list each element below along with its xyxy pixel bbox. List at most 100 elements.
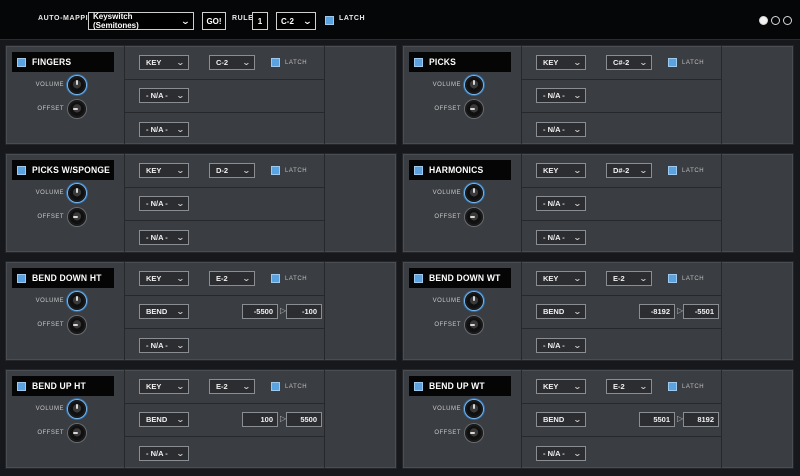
articulation-title-box[interactable]: BEND UP HT	[12, 376, 114, 396]
offset-label: OFFSET	[434, 214, 461, 220]
range-from-field[interactable]: 100	[242, 412, 278, 427]
controller-dropdown[interactable]: BEND ⌄	[139, 304, 189, 319]
articulation-title-box[interactable]: BEND DOWN HT	[12, 268, 114, 288]
articulation-enable-checkbox[interactable]	[17, 273, 26, 283]
articulation-enable-checkbox[interactable]	[17, 57, 26, 67]
controller-dropdown[interactable]: BEND ⌄	[536, 412, 586, 427]
divider	[125, 112, 324, 113]
trigger-type-dropdown[interactable]: KEY ⌄	[139, 55, 189, 70]
articulation-title-box[interactable]: BEND DOWN WT	[409, 268, 511, 288]
chevron-down-icon: ⌄	[639, 166, 649, 175]
controller-dropdown[interactable]: - N/A - ⌄	[139, 88, 189, 103]
offset-knob[interactable]	[465, 208, 483, 226]
articulation-enable-checkbox[interactable]	[17, 165, 26, 175]
articulation-title-box[interactable]: FINGERS	[12, 52, 114, 72]
volume-knob[interactable]	[465, 184, 483, 202]
range-from-field[interactable]: -5500	[242, 304, 278, 319]
latch-checkbox[interactable]	[668, 382, 677, 391]
key-dropdown[interactable]: D#-2 ⌄	[606, 163, 652, 178]
latch-checkbox[interactable]	[668, 274, 677, 283]
articulation-enable-checkbox[interactable]	[414, 57, 423, 67]
volume-knob[interactable]	[465, 292, 483, 310]
latch-label: LATCH	[682, 168, 705, 174]
trigger-type-dropdown[interactable]: KEY ⌄	[139, 271, 189, 286]
key-dropdown[interactable]: E-2 ⌄	[606, 271, 652, 286]
trigger-type-dropdown[interactable]: KEY ⌄	[536, 163, 586, 178]
latch-checkbox[interactable]	[668, 166, 677, 175]
trigger-type-value: KEY	[543, 166, 559, 175]
secondary-controller-dropdown[interactable]: - N/A - ⌄	[536, 122, 586, 137]
controller-dropdown[interactable]: - N/A - ⌄	[139, 196, 189, 211]
range-from-field[interactable]: -8192	[639, 304, 675, 319]
page-dot-2[interactable]	[771, 16, 780, 25]
trigger-type-dropdown[interactable]: KEY ⌄	[536, 271, 586, 286]
articulation-panel-2: PICKS VOLUME OFFSET KEY ⌄ C#-2 ⌄ LATCH -…	[402, 45, 794, 145]
key-dropdown[interactable]: E-2 ⌄	[606, 379, 652, 394]
trigger-type-value: KEY	[146, 58, 162, 67]
trigger-type-dropdown[interactable]: KEY ⌄	[536, 55, 586, 70]
offset-knob[interactable]	[68, 316, 86, 334]
latch-checkbox[interactable]	[271, 166, 280, 175]
volume-knob[interactable]	[68, 400, 86, 418]
key-dropdown[interactable]: E-2 ⌄	[209, 271, 255, 286]
articulation-title-box[interactable]: PICKS W/SPONGE	[12, 160, 114, 180]
articulation-title-box[interactable]: BEND UP WT	[409, 376, 511, 396]
controller-dropdown[interactable]: BEND ⌄	[139, 412, 189, 427]
secondary-controller-dropdown[interactable]: - N/A - ⌄	[139, 338, 189, 353]
articulation-title-box[interactable]: PICKS	[409, 52, 511, 72]
trigger-type-dropdown[interactable]: KEY ⌄	[536, 379, 586, 394]
secondary-controller-dropdown[interactable]: - N/A - ⌄	[536, 446, 586, 461]
offset-knob[interactable]	[465, 424, 483, 442]
key-dropdown[interactable]: C#-2 ⌄	[606, 55, 652, 70]
controller-dropdown[interactable]: - N/A - ⌄	[536, 196, 586, 211]
controller-dropdown[interactable]: - N/A - ⌄	[536, 88, 586, 103]
trigger-type-dropdown[interactable]: KEY ⌄	[139, 163, 189, 178]
offset-knob[interactable]	[465, 100, 483, 118]
secondary-controller-dropdown[interactable]: - N/A - ⌄	[139, 122, 189, 137]
mapping-mode-dropdown[interactable]: Keyswitch (Semitones) ⌄	[88, 12, 194, 30]
secondary-controller-dropdown[interactable]: - N/A - ⌄	[536, 230, 586, 245]
volume-knob[interactable]	[68, 76, 86, 94]
auto-mapping-latch-checkbox[interactable]	[325, 16, 334, 25]
articulation-enable-checkbox[interactable]	[414, 381, 423, 391]
divider	[324, 262, 325, 360]
key-dropdown[interactable]: C-2 ⌄	[209, 55, 255, 70]
page-dot-3[interactable]	[783, 16, 792, 25]
articulation-enable-checkbox[interactable]	[17, 381, 26, 391]
chevron-down-icon: ⌄	[573, 166, 583, 175]
range-to-field[interactable]: 8192	[683, 412, 719, 427]
key-dropdown[interactable]: E-2 ⌄	[209, 379, 255, 394]
articulation-title-box[interactable]: HARMONICS	[409, 160, 511, 180]
volume-knob[interactable]	[465, 400, 483, 418]
controller-value: BEND	[146, 415, 168, 424]
volume-knob[interactable]	[465, 76, 483, 94]
secondary-controller-dropdown[interactable]: - N/A - ⌄	[139, 446, 189, 461]
latch-checkbox[interactable]	[271, 274, 280, 283]
offset-knob[interactable]	[68, 424, 86, 442]
page-dot-1[interactable]	[759, 16, 768, 25]
range-to-field[interactable]: -100	[286, 304, 322, 319]
go-button[interactable]: GO!	[202, 12, 226, 30]
secondary-controller-dropdown[interactable]: - N/A - ⌄	[536, 338, 586, 353]
trigger-type-dropdown[interactable]: KEY ⌄	[139, 379, 189, 394]
latch-checkbox[interactable]	[271, 58, 280, 67]
offset-knob[interactable]	[68, 208, 86, 226]
latch-checkbox[interactable]	[271, 382, 280, 391]
volume-knob[interactable]	[68, 292, 86, 310]
key-dropdown[interactable]: D-2 ⌄	[209, 163, 255, 178]
latch-checkbox[interactable]	[668, 58, 677, 67]
auto-mapping-key-dropdown[interactable]: C-2 ⌄	[276, 12, 316, 30]
secondary-controller-dropdown[interactable]: - N/A - ⌄	[139, 230, 189, 245]
range-to-field[interactable]: -5501	[683, 304, 719, 319]
controller-dropdown[interactable]: BEND ⌄	[536, 304, 586, 319]
chevron-down-icon: ⌄	[573, 233, 583, 242]
articulation-enable-checkbox[interactable]	[414, 273, 423, 283]
range-from-field[interactable]: 5501	[639, 412, 675, 427]
rule-value-field[interactable]: 1	[252, 12, 268, 30]
offset-knob[interactable]	[68, 100, 86, 118]
articulation-enable-checkbox[interactable]	[414, 165, 423, 175]
offset-knob[interactable]	[465, 316, 483, 334]
range-to-field[interactable]: 5500	[286, 412, 322, 427]
volume-knob[interactable]	[68, 184, 86, 202]
chevron-down-icon: ⌄	[639, 382, 649, 391]
